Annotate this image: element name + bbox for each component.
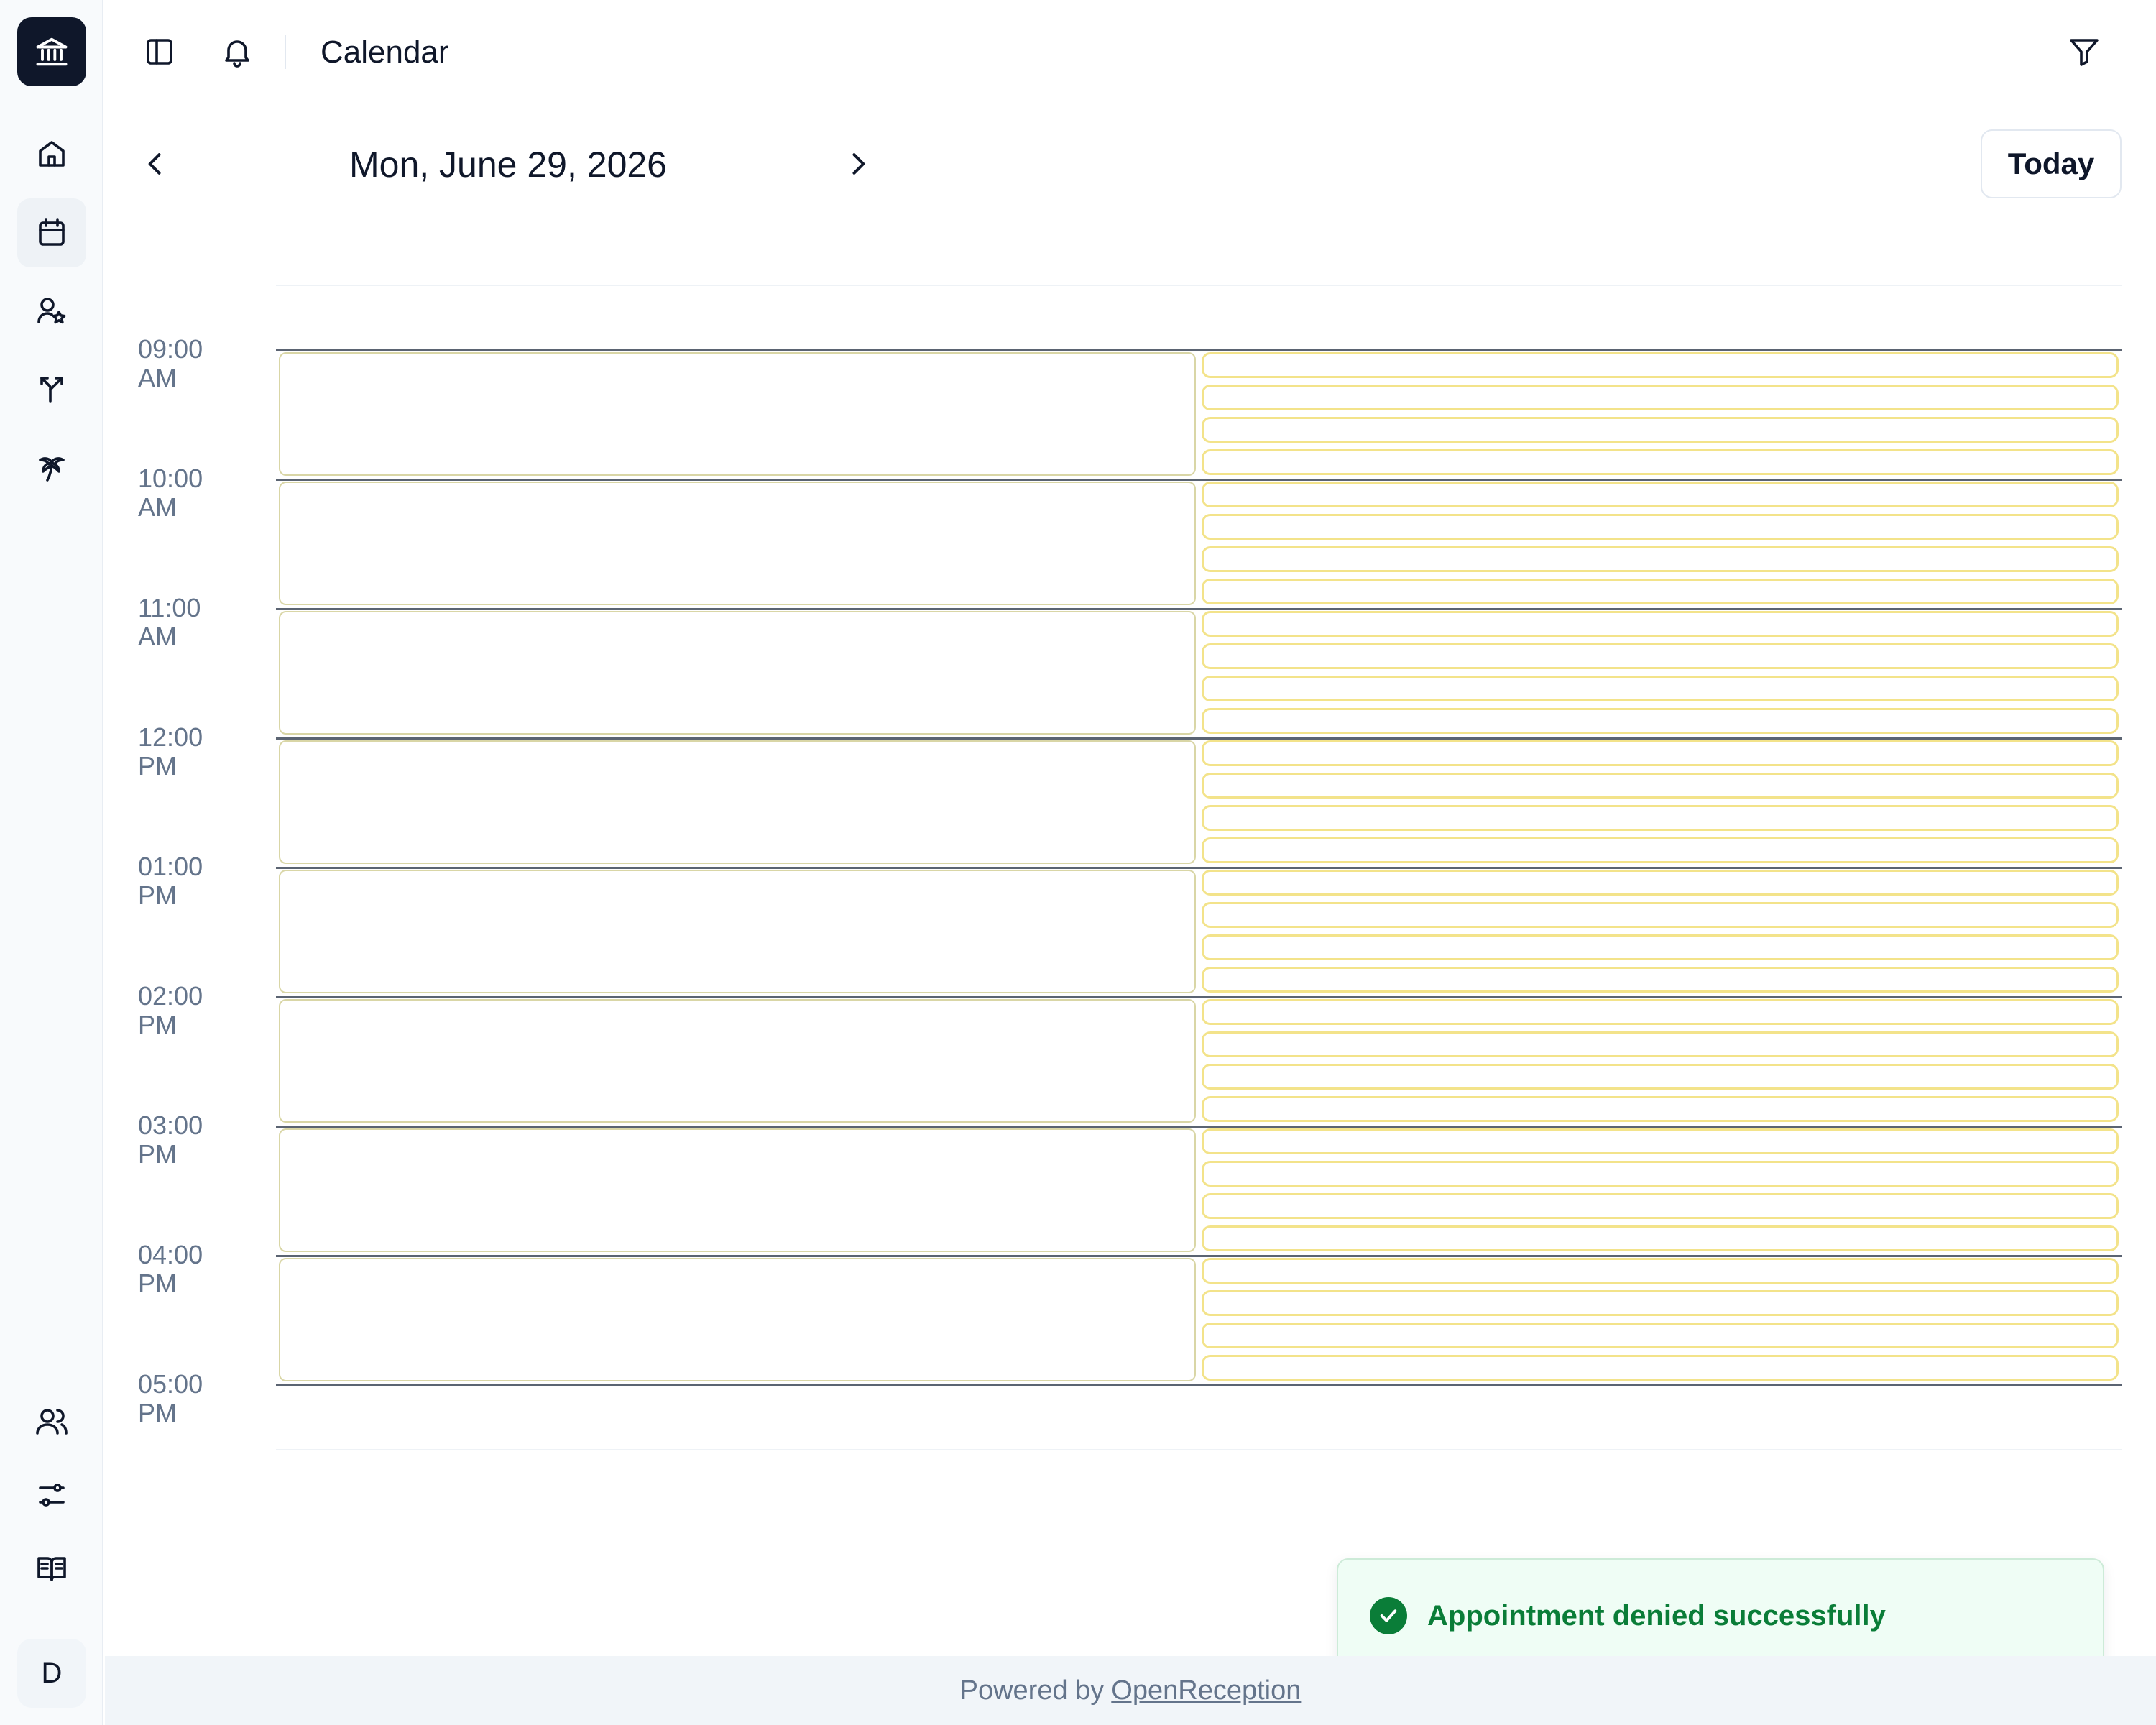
hour-slot[interactable] — [279, 352, 1196, 476]
sub-slot[interactable] — [1202, 417, 2119, 443]
sub-slot[interactable] — [1202, 1096, 2119, 1122]
chevron-right-icon — [852, 153, 865, 175]
sub-slot[interactable] — [1202, 1161, 2119, 1187]
sub-slot[interactable] — [1202, 708, 2119, 734]
sub-slot[interactable] — [1202, 837, 2119, 863]
time-label: 10:00 AM — [138, 464, 203, 522]
sliders-icon — [39, 1484, 65, 1506]
previous-day-button[interactable] — [132, 141, 178, 187]
sub-slot[interactable] — [1202, 611, 2119, 637]
hour-line — [276, 349, 2122, 351]
sub-slot[interactable] — [1202, 1290, 2119, 1316]
sub-slot[interactable] — [1202, 999, 2119, 1025]
sidebar-item-routing[interactable] — [17, 355, 86, 424]
sidebar-item-calendar[interactable] — [17, 198, 86, 267]
sidebar-item-favorite-users[interactable] — [17, 276, 86, 345]
sub-slot[interactable] — [1202, 514, 2119, 540]
toast-message: Appointment denied successfully — [1427, 1599, 1886, 1632]
hour-line — [276, 737, 2122, 740]
footer: Powered by OpenReception — [105, 1656, 2156, 1725]
check-circle-icon — [1370, 1597, 1407, 1634]
sub-slot[interactable] — [1202, 1322, 2119, 1348]
current-date: Mon, June 29, 2026 — [349, 144, 667, 185]
sub-slot[interactable] — [1202, 676, 2119, 702]
calendar-icon — [39, 218, 65, 246]
chevron-left-icon — [148, 153, 161, 175]
bell-icon[interactable] — [217, 32, 257, 72]
avatar[interactable]: D — [17, 1639, 86, 1708]
sub-slot[interactable] — [1202, 385, 2119, 410]
hour-slot[interactable] — [279, 611, 1196, 735]
palm-tree-icon — [39, 457, 65, 482]
split-arrow-icon — [40, 377, 63, 402]
sub-slot[interactable] — [1202, 1193, 2119, 1219]
page-title: Calendar — [321, 34, 449, 70]
sub-slot[interactable] — [1202, 740, 2119, 766]
sub-slot[interactable] — [1202, 902, 2119, 928]
hour-line — [276, 1126, 2122, 1128]
sub-slot[interactable] — [1202, 579, 2119, 604]
users-icon — [36, 1409, 68, 1435]
hour-slot[interactable] — [279, 482, 1196, 605]
sidebar-item-users[interactable] — [17, 1387, 86, 1456]
sidebar: D — [0, 0, 103, 1725]
time-label: 03:00 PM — [138, 1110, 203, 1169]
hour-line — [276, 1255, 2122, 1257]
user-star-icon — [37, 298, 66, 324]
openreception-link[interactable]: OpenReception — [1111, 1675, 1301, 1706]
hour-line — [276, 1384, 2122, 1386]
hour-slot[interactable] — [279, 740, 1196, 864]
book-icon — [37, 1557, 66, 1581]
time-label: 01:00 PM — [138, 852, 203, 910]
header-divider — [285, 34, 286, 69]
sub-slot[interactable] — [1202, 1064, 2119, 1090]
grid-bottom-border — [276, 1449, 2122, 1450]
sidebar-item-home[interactable] — [17, 119, 86, 188]
grid-top-border — [276, 285, 2122, 286]
sub-slot[interactable] — [1202, 870, 2119, 896]
hour-line — [276, 996, 2122, 998]
today-button[interactable]: Today — [1981, 129, 2122, 198]
hour-slot[interactable] — [279, 999, 1196, 1123]
sub-slot[interactable] — [1202, 773, 2119, 799]
sub-slot[interactable] — [1202, 967, 2119, 993]
sub-slot[interactable] — [1202, 643, 2119, 669]
sub-slot[interactable] — [1202, 449, 2119, 475]
sidebar-item-settings[interactable] — [17, 1460, 86, 1530]
time-label: 12:00 PM — [138, 722, 203, 781]
time-label: 09:00 AM — [138, 334, 203, 392]
hour-line — [276, 608, 2122, 610]
hour-slot[interactable] — [279, 870, 1196, 993]
time-label: 02:00 PM — [138, 981, 203, 1039]
sub-slot[interactable] — [1202, 1031, 2119, 1057]
hour-slot[interactable] — [279, 1128, 1196, 1252]
sub-slot[interactable] — [1202, 482, 2119, 507]
filter-icon[interactable] — [2064, 32, 2104, 72]
sub-slot[interactable] — [1202, 546, 2119, 572]
home-icon — [39, 141, 65, 167]
time-label: 11:00 AM — [138, 593, 201, 651]
hour-line — [276, 479, 2122, 481]
hour-line — [276, 867, 2122, 869]
time-label: 05:00 PM — [138, 1369, 203, 1427]
time-label: 04:00 PM — [138, 1240, 203, 1298]
sub-slot[interactable] — [1202, 1355, 2119, 1381]
sub-slot[interactable] — [1202, 805, 2119, 831]
sidebar-toggle-icon[interactable] — [139, 32, 180, 72]
sidebar-item-holidays[interactable] — [17, 433, 86, 502]
sub-slot[interactable] — [1202, 352, 2119, 378]
next-day-button[interactable] — [835, 141, 881, 187]
sub-slot[interactable] — [1202, 1128, 2119, 1154]
footer-prefix: Powered by — [959, 1675, 1105, 1706]
bank-logo-icon[interactable] — [17, 17, 86, 86]
sub-slot[interactable] — [1202, 934, 2119, 960]
sub-slot[interactable] — [1202, 1258, 2119, 1284]
sidebar-item-docs[interactable] — [17, 1534, 86, 1603]
hour-slot[interactable] — [279, 1258, 1196, 1381]
sub-slot[interactable] — [1202, 1225, 2119, 1251]
